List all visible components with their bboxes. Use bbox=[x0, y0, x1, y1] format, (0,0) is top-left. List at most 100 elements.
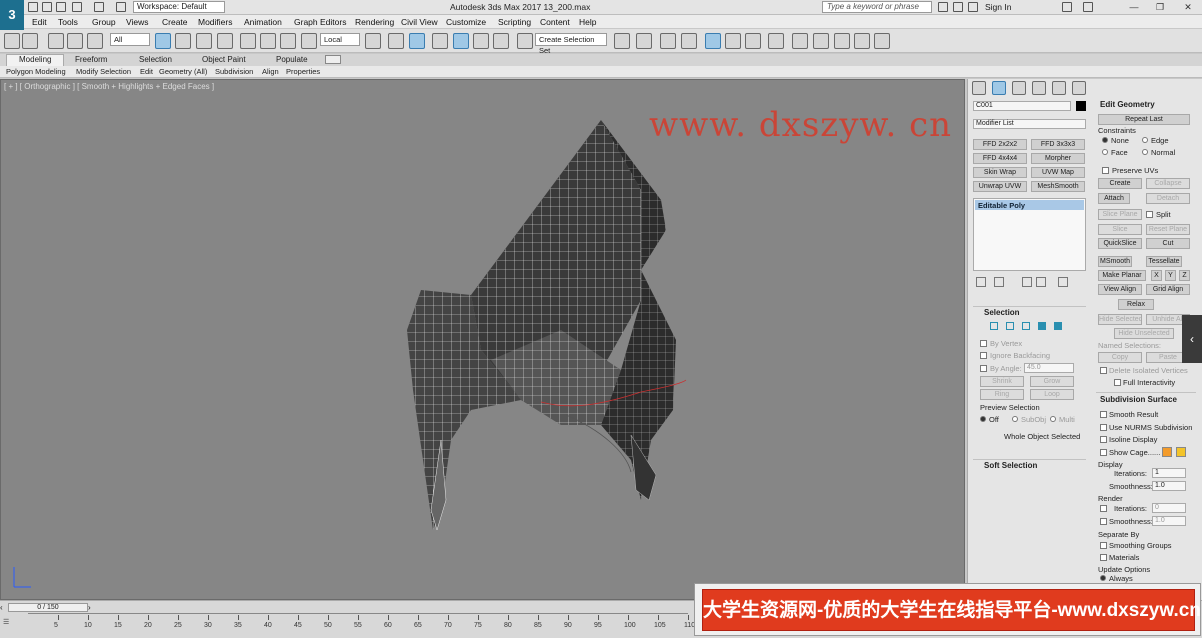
make-planar-button[interactable]: Make Planar bbox=[1098, 270, 1146, 281]
undo-icon[interactable] bbox=[72, 2, 82, 12]
pivot-center-icon[interactable] bbox=[365, 33, 381, 49]
render-iterations-spinner[interactable]: 0 bbox=[1152, 503, 1186, 513]
select-object-icon[interactable] bbox=[155, 33, 171, 49]
render-iterative-icon[interactable] bbox=[854, 33, 870, 49]
render-in-cloud-icon[interactable] bbox=[874, 33, 890, 49]
panel-subdivision[interactable]: Subdivision bbox=[215, 67, 253, 76]
panel-modify-selection[interactable]: Modify Selection bbox=[76, 67, 131, 76]
edit-named-selection-icon[interactable] bbox=[517, 33, 533, 49]
spinner-snap-icon[interactable] bbox=[493, 33, 509, 49]
exchange-icon[interactable] bbox=[1062, 2, 1072, 12]
sign-in-button[interactable]: Sign In bbox=[985, 2, 1011, 12]
project-folder-icon[interactable] bbox=[116, 2, 126, 12]
new-file-icon[interactable] bbox=[28, 2, 38, 12]
render-smoothness-spinner[interactable]: 1.0 bbox=[1152, 516, 1186, 526]
panel-properties[interactable]: Properties bbox=[286, 67, 320, 76]
tab-populate[interactable]: Populate bbox=[276, 55, 308, 64]
ffd-2x2x2-button[interactable]: FFD 2x2x2 bbox=[973, 139, 1027, 150]
tab-freeform[interactable]: Freeform bbox=[75, 55, 107, 64]
angle-snap-icon[interactable] bbox=[453, 33, 469, 49]
panel-geometry-all[interactable]: Geometry (All) bbox=[159, 67, 207, 76]
delete-isolated-checkbox[interactable] bbox=[1100, 367, 1107, 374]
constraint-face-radio[interactable] bbox=[1102, 149, 1108, 155]
menu-views[interactable]: Views bbox=[126, 17, 149, 27]
grid-align-button[interactable]: Grid Align bbox=[1146, 284, 1190, 295]
object-color-swatch[interactable] bbox=[1076, 101, 1086, 111]
menu-modifiers[interactable]: Modifiers bbox=[198, 17, 232, 27]
repeat-last-button[interactable]: Repeat Last bbox=[1098, 114, 1190, 125]
configure-modifier-sets-icon[interactable] bbox=[1058, 277, 1068, 287]
time-slider[interactable]: 0 / 150 bbox=[8, 603, 88, 612]
menu-help[interactable]: Help bbox=[579, 17, 596, 27]
binoculars-icon[interactable] bbox=[938, 2, 948, 12]
select-by-name-icon[interactable] bbox=[175, 33, 191, 49]
select-manipulate-icon[interactable] bbox=[388, 33, 404, 49]
modify-panel-icon[interactable] bbox=[992, 81, 1006, 95]
by-angle-checkbox[interactable] bbox=[980, 365, 987, 372]
constraint-normal-radio[interactable] bbox=[1142, 149, 1148, 155]
detach-button[interactable]: Detach bbox=[1146, 193, 1190, 204]
ignore-backfacing-checkbox[interactable] bbox=[980, 352, 987, 359]
communication-icon[interactable] bbox=[953, 2, 963, 12]
stack-item-editable-poly[interactable]: Editable Poly bbox=[975, 200, 1084, 210]
app-logo[interactable]: 3 bbox=[0, 0, 24, 30]
undo-icon[interactable] bbox=[4, 33, 20, 49]
redo-icon[interactable] bbox=[22, 33, 38, 49]
materials-checkbox[interactable] bbox=[1100, 554, 1107, 561]
panel-edit[interactable]: Edit bbox=[140, 67, 153, 76]
use-nurms-checkbox[interactable] bbox=[1100, 424, 1107, 431]
quickslice-button[interactable]: QuickSlice bbox=[1098, 238, 1142, 249]
cage-color-swatch[interactable] bbox=[1162, 447, 1172, 457]
selection-filter-dropdown[interactable]: All bbox=[110, 33, 150, 46]
create-panel-icon[interactable] bbox=[972, 81, 986, 95]
hide-unselected-button[interactable]: Hide Unselected bbox=[1114, 328, 1174, 339]
collapse-button[interactable]: Collapse bbox=[1146, 178, 1190, 189]
rotate-icon[interactable] bbox=[260, 33, 276, 49]
grow-button[interactable]: Grow bbox=[1030, 376, 1074, 387]
panel-polygon-modeling[interactable]: Polygon Modeling bbox=[6, 67, 66, 76]
menu-animation[interactable]: Animation bbox=[244, 17, 282, 27]
object-name-field[interactable]: C001 bbox=[973, 101, 1071, 111]
menu-tools[interactable]: Tools bbox=[58, 17, 78, 27]
mesh-model[interactable] bbox=[1, 80, 965, 600]
show-end-result-icon[interactable] bbox=[994, 277, 1004, 287]
morpher-button[interactable]: Morpher bbox=[1031, 153, 1085, 164]
orthographic-viewport[interactable]: [ + ] [ Orthographic ] [ Smooth + Highli… bbox=[0, 79, 965, 600]
menu-edit[interactable]: Edit bbox=[32, 17, 47, 27]
menu-rendering[interactable]: Rendering bbox=[355, 17, 394, 27]
relax-button[interactable]: Relax bbox=[1118, 299, 1154, 310]
preview-off-radio[interactable] bbox=[980, 416, 986, 422]
preview-subobj-radio[interactable] bbox=[1012, 416, 1018, 422]
link-icon[interactable] bbox=[48, 33, 64, 49]
pin-stack-icon[interactable] bbox=[976, 277, 986, 287]
scale-icon[interactable] bbox=[280, 33, 296, 49]
update-always-radio[interactable] bbox=[1100, 575, 1106, 581]
percent-snap-icon[interactable] bbox=[473, 33, 489, 49]
angle-spinner[interactable]: 45.0 bbox=[1024, 363, 1074, 373]
menu-scripting[interactable]: Scripting bbox=[498, 17, 531, 27]
search-input[interactable]: Type a keyword or phrase bbox=[822, 1, 932, 13]
constraint-none-radio[interactable] bbox=[1102, 137, 1108, 143]
panel-align[interactable]: Align bbox=[262, 67, 279, 76]
rollout-soft-selection-header[interactable]: Soft Selection bbox=[984, 461, 1037, 470]
close-button[interactable]: ✕ bbox=[1178, 1, 1198, 13]
menu-graph-editors[interactable]: Graph Editors bbox=[294, 17, 346, 27]
help-icon[interactable] bbox=[1083, 2, 1093, 12]
render-smoothness-checkbox[interactable] bbox=[1100, 518, 1107, 525]
rendered-frame-window-icon[interactable] bbox=[813, 33, 829, 49]
slice-button[interactable]: Slice bbox=[1098, 224, 1142, 235]
meshsmooth-button[interactable]: MeshSmooth bbox=[1031, 181, 1085, 192]
collapse-panel-tab[interactable]: ‹ bbox=[1182, 315, 1202, 363]
tab-object-paint[interactable]: Object Paint bbox=[202, 55, 246, 64]
reset-plane-button[interactable]: Reset Plane bbox=[1146, 224, 1190, 235]
subobject-level-icons[interactable] bbox=[990, 322, 1070, 332]
keyboard-shortcut-toggle-icon[interactable] bbox=[409, 33, 425, 49]
smoothing-groups-checkbox[interactable] bbox=[1100, 542, 1107, 549]
star-icon[interactable] bbox=[968, 2, 978, 12]
attach-button[interactable]: Attach bbox=[1098, 193, 1130, 204]
render-production-icon[interactable] bbox=[834, 33, 850, 49]
rollout-edit-geometry-header[interactable]: Edit Geometry bbox=[1100, 100, 1155, 109]
smoothness-spinner[interactable]: 1.0 bbox=[1152, 481, 1186, 491]
material-editor-icon[interactable] bbox=[768, 33, 784, 49]
minimize-button[interactable]: — bbox=[1124, 1, 1144, 13]
